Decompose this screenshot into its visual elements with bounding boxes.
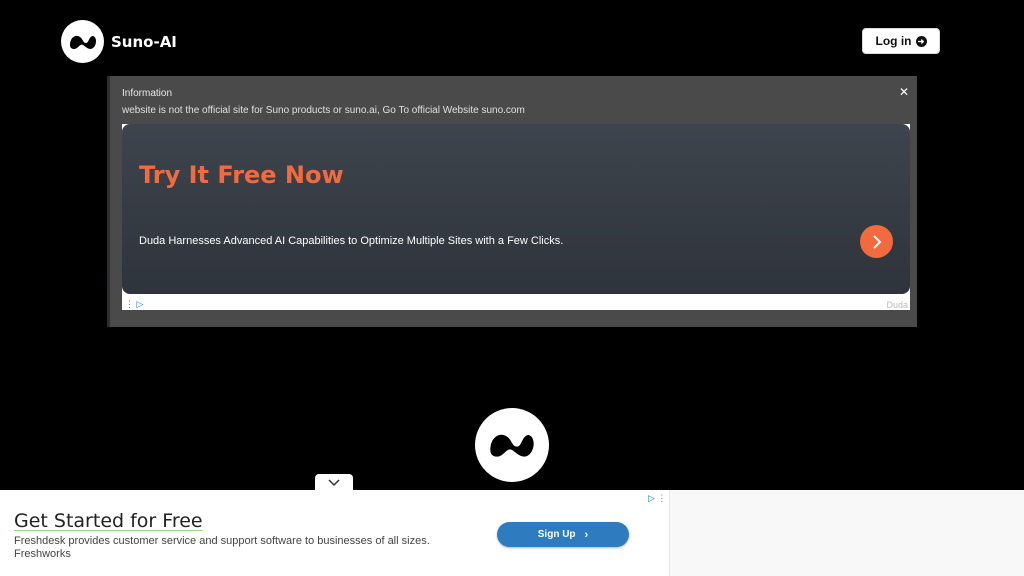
adchoices-icon[interactable]: ⋮ ▷ xyxy=(125,299,143,310)
info-message: website is not the official site for Sun… xyxy=(122,105,525,116)
login-button[interactable]: Log in ➜ xyxy=(862,28,940,54)
chevron-right-icon: › xyxy=(584,528,589,541)
ad-top-description: Duda Harnesses Advanced AI Capabilities … xyxy=(139,235,564,247)
ad-bottom: Get Started for Free Freshdesk provides … xyxy=(0,490,1024,576)
ad-top-go-button[interactable] xyxy=(860,225,893,258)
close-icon[interactable]: ✕ xyxy=(898,86,910,98)
arrow-right-circle-icon: ➜ xyxy=(915,35,927,47)
ad-bottom-card[interactable]: Get Started for Free Freshdesk provides … xyxy=(0,490,670,576)
page: Suno-AI Log in ➜ Information website is … xyxy=(0,0,1024,576)
information-banner: Information website is not the official … xyxy=(107,76,917,327)
sign-up-button[interactable]: Sign Up › xyxy=(497,522,629,547)
suno-logo-icon xyxy=(61,20,104,63)
ad-bottom-description: Freshdesk provides customer service and … xyxy=(14,535,430,547)
ad-top-headline[interactable]: Try It Free Now xyxy=(139,161,344,189)
ad-top-advertiser: Duda xyxy=(886,300,908,310)
brand-logo-link[interactable]: Suno-AI xyxy=(61,20,177,63)
chevron-down-icon xyxy=(328,478,340,486)
brand-name: Suno-AI xyxy=(111,32,177,51)
ad-top-card[interactable]: Try It Free Now Duda Harnesses Advanced … xyxy=(122,124,910,294)
collapse-ad-button[interactable] xyxy=(315,474,353,491)
adchoices-icon[interactable]: ▷ ⋮ xyxy=(648,493,666,504)
ad-top[interactable]: Try It Free Now Duda Harnesses Advanced … xyxy=(122,124,910,310)
chevron-right-icon xyxy=(872,234,881,249)
info-title: Information xyxy=(122,88,173,99)
sign-up-label: Sign Up xyxy=(537,529,576,540)
ad-bottom-headline[interactable]: Get Started for Free xyxy=(14,510,203,532)
login-label: Log in xyxy=(875,34,912,48)
suno-logo-large-icon xyxy=(475,408,549,482)
ad-bottom-advertiser: Freshworks xyxy=(14,548,71,560)
